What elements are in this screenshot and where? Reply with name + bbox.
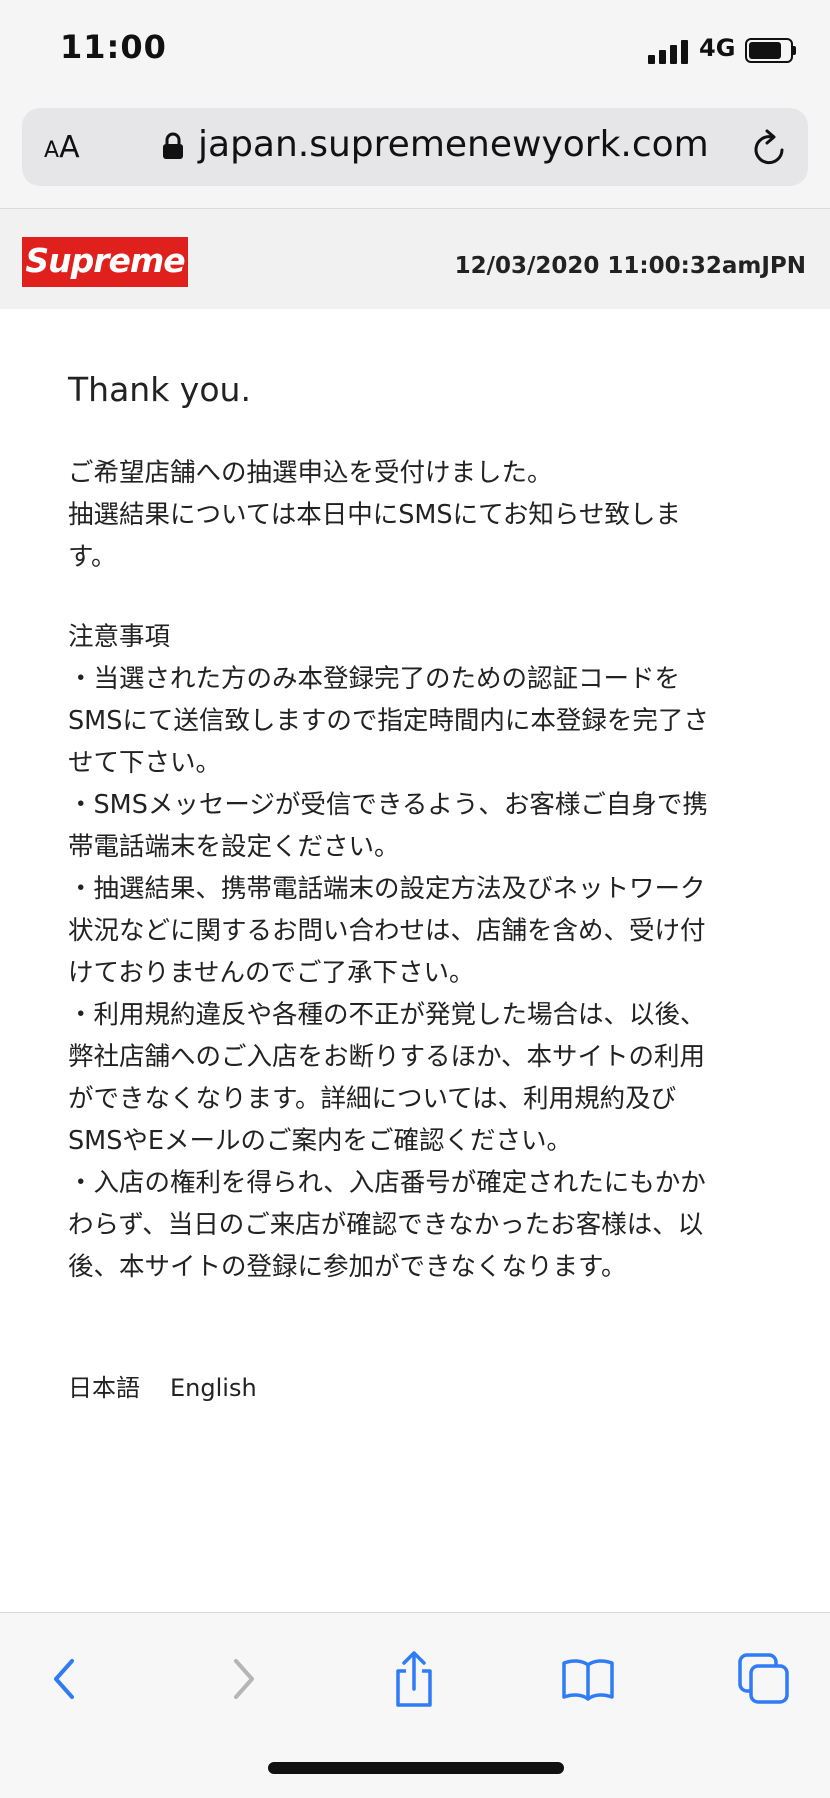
notes-line: わらず、当日のご来店が確認できなかったお客様は、以 [68,1210,704,1240]
battery-icon [745,38,796,63]
notes-line: けておりませんのでご了承下さい。 [68,958,475,988]
bookmarks-icon[interactable] [558,1649,618,1709]
confirmation-content: Thank you. ご希望店舗への抽選申込を受付けました。 抽選結果については… [68,370,808,1282]
notes-line: 弊社店舗へのご入店をお断りするほか、本サイトの利用 [68,1042,705,1072]
notes-line: 状況などに関するお問い合わせは、店舗を含め、受け付 [68,916,706,946]
notes-line: SMSにて送信致しますので指定時間内に本登録を完了さ [68,706,709,736]
language-japanese-link[interactable]: 日本語 [68,1368,140,1403]
site-header: Supreme 12/03/2020 11:00:32amJPN [0,209,830,309]
back-icon[interactable] [36,1649,96,1709]
text-size-small-label: A [44,138,60,163]
status-time: 11:00 [60,28,167,66]
address-bar[interactable]: AA japan.supremenewyork.com [22,108,808,186]
notes-line: ・利用規約違反や各種の不正が発覚した場合は、以後、 [68,1000,706,1030]
notes-line: ・当選された方のみ本登録完了のための認証コードを [68,664,681,694]
notes-line: ・SMSメッセージが受信できるよう、お客様ご自身で携 [68,790,708,820]
thank-you-heading: Thank you. [68,370,251,409]
language-links: 日本語 English [68,1368,287,1403]
notes-heading: 注意事項 [68,622,171,652]
message-line: 抽選結果については本日中にSMSにてお知らせ致しま [68,500,681,530]
supreme-logo-text: Supreme [25,241,185,280]
confirmation-message: ご希望店舗への抽選申込を受付けました。 抽選結果については本日中にSMSにてお知… [68,452,808,578]
forward-icon[interactable] [212,1649,272,1709]
status-bar: 11:00 4G [0,0,830,100]
browser-address-area: AA japan.supremenewyork.com [0,100,830,209]
reload-icon[interactable] [750,126,790,168]
text-size-button[interactable]: AA [44,130,80,165]
notes-section: 注意事項 ・当選された方のみ本登録完了のための認証コードを SMSにて送信致しま… [68,616,808,1288]
url-text[interactable]: japan.supremenewyork.com [198,124,709,165]
notes-line: ・抽選結果、携帯電話端末の設定方法及びネットワーク [68,874,706,904]
home-indicator [268,1762,564,1774]
notes-line: 後、本サイトの登録に参加ができなくなります。 [68,1252,627,1282]
tabs-icon[interactable] [734,1649,794,1709]
notes-line: せて下さい。 [68,748,222,778]
notes-line: ができなくなります。詳細については、利用規約及び [68,1084,677,1114]
message-line: す。 [68,542,117,572]
notes-line: SMSやEメールのご案内をご確認ください。 [68,1126,572,1156]
text-size-large-label: A [59,130,80,165]
language-english-link[interactable]: English [170,1374,257,1402]
message-line: ご希望店舗への抽選申込を受付けました。 [68,458,553,488]
share-icon[interactable] [384,1649,444,1709]
cellular-signal-icon [648,38,690,64]
supreme-logo[interactable]: Supreme [22,237,188,287]
network-type: 4G [699,34,736,62]
notes-line: ・入店の権利を得られ、入店番号が確定されたにもかか [68,1168,706,1198]
header-datetime: 12/03/2020 11:00:32amJPN [454,253,806,279]
lock-icon [163,132,183,159]
notes-line: 帯電話端末を設定ください。 [68,832,400,862]
